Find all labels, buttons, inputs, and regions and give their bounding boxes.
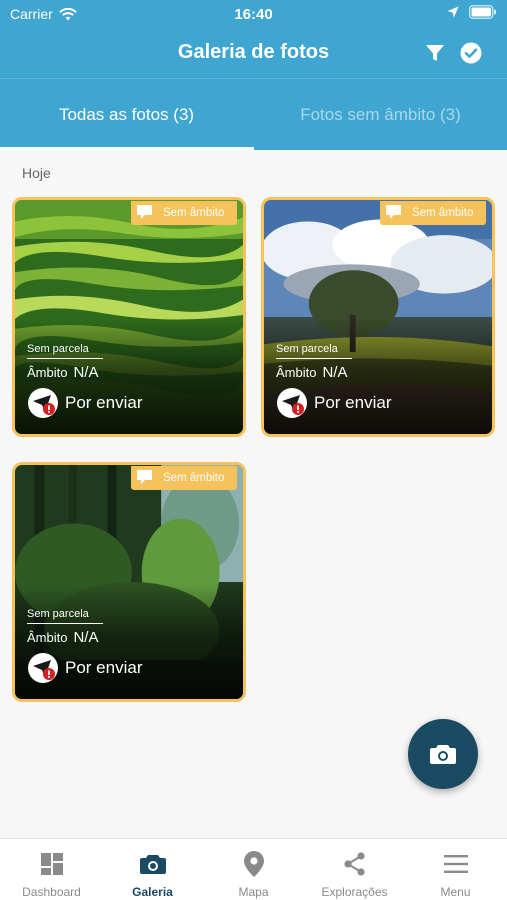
nav-item-mapa[interactable]: Mapa	[203, 839, 304, 900]
nav-item-menu[interactable]: Menu	[405, 839, 506, 900]
upload-status-label: Por enviar	[314, 393, 392, 412]
camera-icon	[430, 745, 456, 764]
status-badge: Sem âmbito	[131, 466, 237, 490]
parcel-label: Sem parcela	[276, 343, 352, 359]
tab-bar: Todas as fotos (3) Fotos sem âmbito (3)	[0, 78, 507, 150]
scope-label: Âmbito	[27, 630, 68, 645]
scope-row: Âmbito N/A	[27, 364, 98, 381]
photo-card[interactable]: Sem âmbito Sem parcela Âmbito N/A Por en…	[261, 197, 495, 437]
scope-value: N/A	[73, 629, 99, 646]
upload-status-label: Por enviar	[65, 393, 143, 412]
status-badge: Sem âmbito	[380, 201, 486, 225]
app-bar: Galeria de fotos	[0, 28, 507, 78]
map-pin-icon	[243, 851, 264, 877]
parcel-label: Sem parcela	[27, 608, 103, 624]
filter-icon[interactable]	[423, 41, 447, 65]
location-arrow-icon	[447, 6, 459, 18]
scope-row: Âmbito N/A	[276, 364, 347, 381]
photo-card[interactable]: Sem âmbito Sem parcela Âmbito N/A Por en…	[12, 197, 246, 437]
status-right-icons	[447, 5, 497, 19]
dashboard-grid-icon	[40, 853, 63, 875]
badge-label: Sem âmbito	[163, 207, 225, 219]
carrier-group: Carrier	[10, 6, 77, 22]
tab-photos-without-scope[interactable]: Fotos sem âmbito (3)	[254, 79, 507, 151]
send-pending-icon	[28, 388, 58, 418]
nav-item-dashboard[interactable]: Dashboard	[1, 839, 102, 900]
parcel-label: Sem parcela	[27, 343, 103, 359]
scope-value: N/A	[73, 364, 99, 381]
wifi-icon	[59, 7, 77, 20]
active-tab-indicator	[0, 147, 254, 150]
scope-flag-icon	[137, 470, 155, 487]
send-pending-icon	[277, 388, 307, 418]
share-nodes-icon	[343, 852, 365, 876]
battery-icon	[469, 5, 496, 19]
nav-item-galeria[interactable]: Galeria	[102, 839, 203, 900]
scope-flag-icon	[137, 205, 155, 222]
photo-card[interactable]: Sem âmbito Sem parcela Âmbito N/A Por en…	[12, 462, 246, 702]
nav-item-exploracoes[interactable]: Explorações	[304, 839, 405, 900]
section-date-label: Hoje	[22, 165, 51, 181]
upload-status: Por enviar	[27, 652, 142, 684]
camera-icon	[139, 855, 166, 874]
badge-label: Sem âmbito	[163, 472, 225, 484]
check-circle-icon[interactable]	[459, 41, 483, 65]
upload-status: Por enviar	[27, 387, 142, 419]
status-badge: Sem âmbito	[131, 201, 237, 225]
scope-flag-icon	[386, 205, 404, 222]
scope-label: Âmbito	[27, 365, 68, 380]
send-pending-icon	[28, 653, 58, 683]
take-photo-button[interactable]	[408, 719, 478, 789]
upload-status: Por enviar	[276, 387, 391, 419]
nav-label-galeria: Galeria	[132, 885, 173, 899]
scope-row: Âmbito N/A	[27, 629, 98, 646]
carrier-label: Carrier	[10, 6, 53, 22]
scope-label: Âmbito	[276, 365, 317, 380]
hamburger-menu-icon	[443, 855, 468, 873]
upload-status-label: Por enviar	[65, 658, 143, 677]
nav-label-mapa: Mapa	[238, 885, 269, 899]
badge-label: Sem âmbito	[412, 207, 474, 219]
bottom-navigation: Dashboard Galeria Mapa Explorações Menu	[0, 838, 507, 900]
scope-value: N/A	[322, 364, 348, 381]
nav-label-exploracoes: Explorações	[321, 885, 388, 899]
nav-label-menu: Menu	[440, 885, 471, 899]
nav-label-dashboard: Dashboard	[22, 885, 81, 899]
status-bar: Carrier 16:40	[0, 0, 507, 28]
tab-all-photos[interactable]: Todas as fotos (3)	[0, 79, 253, 151]
